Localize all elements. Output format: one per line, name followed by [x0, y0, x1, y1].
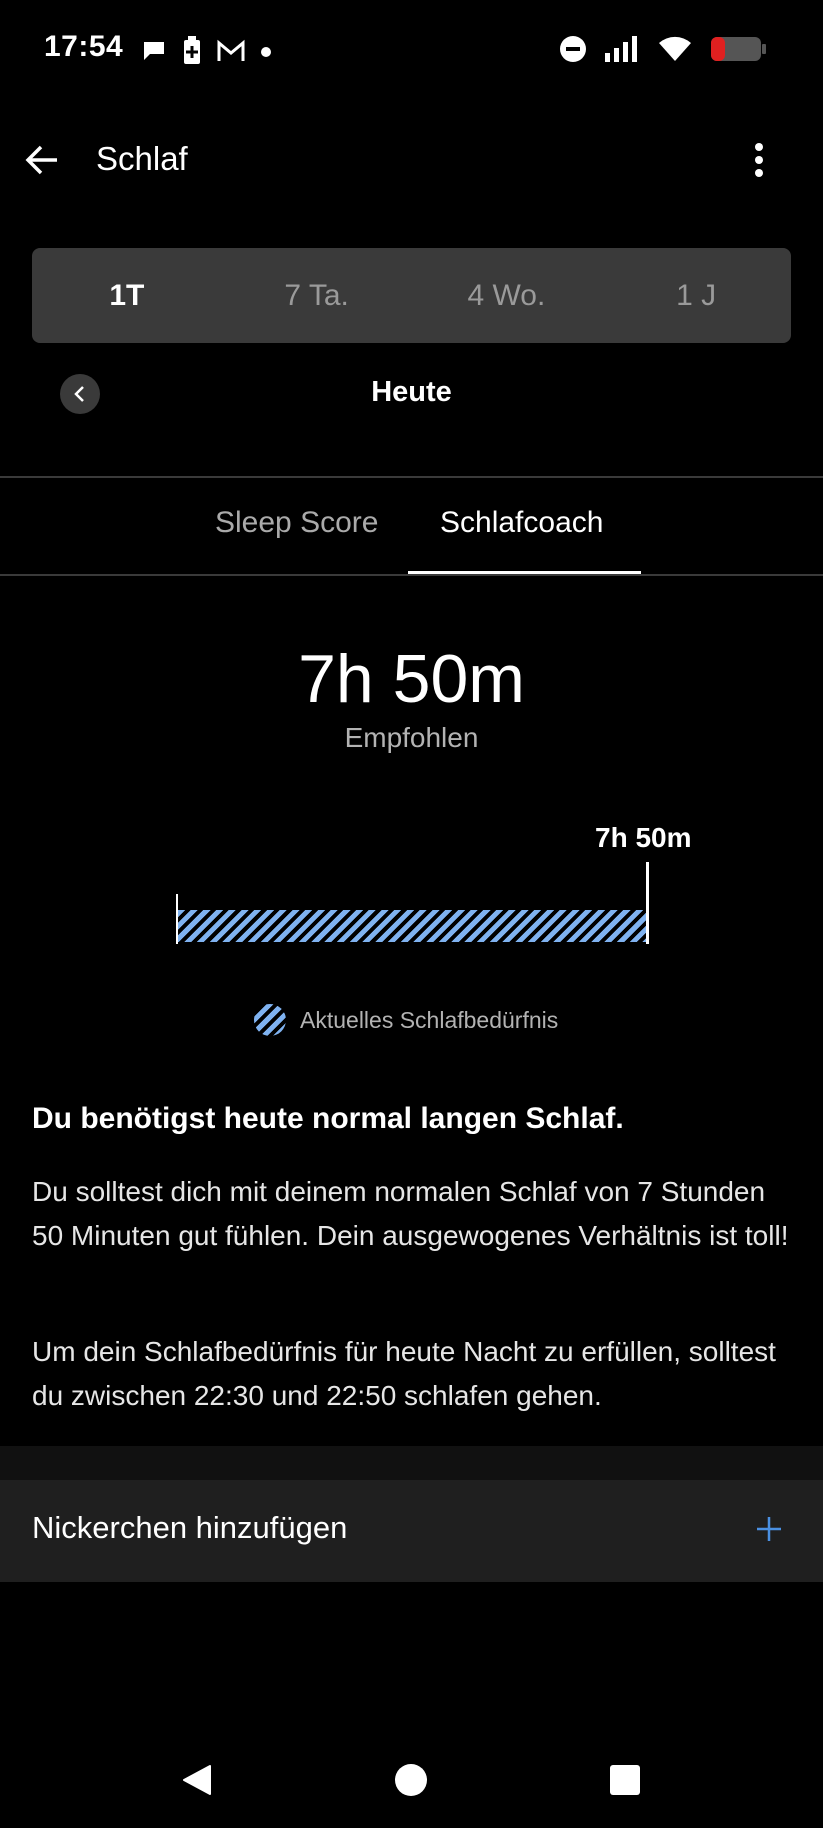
period-tab-1t[interactable]: 1T	[37, 279, 217, 313]
coach-headline: Du benötigst heute normal langen Schlaf.	[32, 1102, 624, 1135]
dot-icon	[260, 45, 272, 63]
coach-paragraph-1: Du solltest dich mit deinem normalen Sch…	[32, 1176, 789, 1251]
add-nap-button[interactable]	[749, 1502, 789, 1556]
battery-saver-icon	[182, 36, 202, 71]
back-button[interactable]	[18, 136, 66, 184]
add-nap-row[interactable]: Nickerchen hinzufügen	[0, 1480, 823, 1582]
page-title: Schlaf	[96, 140, 188, 177]
status-right-icons	[559, 34, 767, 69]
more-vertical-icon	[755, 143, 763, 177]
status-bar: 17:54	[0, 0, 823, 100]
add-nap-label: Nickerchen hinzufügen	[32, 1510, 348, 1545]
overflow-menu-button[interactable]	[735, 136, 783, 184]
chart-marker-label: 7h 50m	[595, 822, 692, 853]
tab-sleep-coach[interactable]: Schlafcoach	[440, 506, 603, 540]
tab-sleep-score[interactable]: Sleep Score	[215, 506, 378, 540]
circle-home-icon	[395, 1764, 427, 1796]
legend-label: Aktuelles Schlafbedürfnis	[300, 1006, 559, 1033]
date-label: Heute	[371, 376, 452, 408]
chart-end-tick	[646, 862, 649, 944]
nav-back-button[interactable]	[166, 1750, 226, 1810]
app-bar: Schlaf	[0, 120, 823, 200]
period-selector: 1T 7 Ta. 4 Wo. 1 J	[32, 248, 791, 343]
divider	[0, 476, 823, 478]
nav-recents-button[interactable]	[595, 1750, 655, 1810]
square-recents-icon	[610, 1765, 640, 1795]
section-separator	[0, 1446, 823, 1480]
dnd-icon	[559, 35, 587, 68]
signal-icon	[603, 35, 641, 68]
triangle-back-icon	[183, 1765, 211, 1795]
period-tab-4-weeks[interactable]: 4 Wo.	[416, 279, 596, 313]
divider	[0, 574, 823, 576]
screen: 17:54 Schlaf 1T 7 Ta. 4 Wo. 1 J Heute Sl…	[0, 0, 823, 1828]
coach-paragraph-2: Um dein Schlafbedürfnis für heute Nacht …	[32, 1336, 776, 1411]
gmail-icon	[216, 39, 246, 68]
arrow-left-icon	[25, 145, 57, 175]
recommended-sleep-value: 7h 50m	[298, 641, 525, 717]
system-nav-bar	[0, 1730, 823, 1828]
status-time: 17:54	[44, 30, 124, 63]
plus-icon	[757, 1517, 781, 1541]
status-left-icons	[140, 36, 272, 71]
nav-home-button[interactable]	[381, 1750, 441, 1810]
legend-swatch	[254, 1004, 286, 1036]
period-tab-1-year[interactable]: 1 J	[606, 279, 786, 313]
chart-legend: Aktuelles Schlafbedürfnis	[254, 1004, 558, 1036]
sleep-need-chart: 7h 50m	[170, 812, 710, 952]
wifi-icon	[657, 35, 693, 68]
chat-icon	[140, 37, 168, 70]
period-tab-7-days[interactable]: 7 Ta.	[227, 279, 407, 313]
chart-bar-sleep-need	[178, 910, 646, 942]
recommended-caption: Empfohlen	[344, 722, 479, 753]
battery-low-icon	[709, 34, 767, 69]
